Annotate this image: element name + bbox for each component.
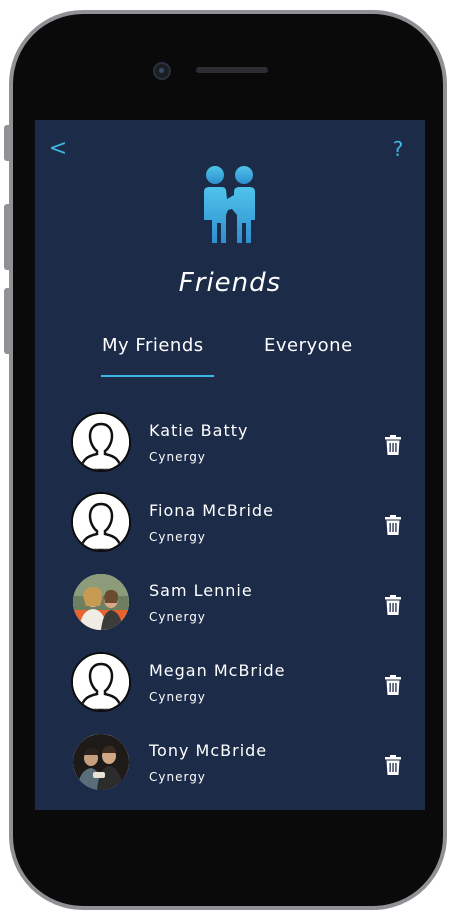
chevron-left-icon: < [48, 136, 68, 161]
friend-row[interactable]: Katie Batty Cynergy [35, 412, 425, 492]
friend-subtitle: Cynergy [149, 610, 206, 624]
tab-bar: My Friends Everyone [35, 335, 425, 377]
earpiece-speaker [196, 67, 268, 73]
help-button[interactable]: ? [385, 136, 411, 162]
friend-name: Tony McBride [149, 741, 268, 760]
trash-icon[interactable] [385, 755, 401, 775]
friend-name: Sam Lennie [149, 581, 253, 600]
avatar-photo [71, 732, 131, 792]
trash-icon[interactable] [385, 675, 401, 695]
page-title: Friends [178, 268, 282, 298]
avatar [71, 412, 131, 472]
profile-photo [73, 574, 129, 630]
volume-down-button [4, 288, 12, 354]
default-avatar-icon [73, 494, 129, 550]
tab-everyone[interactable]: Everyone [264, 335, 353, 356]
friend-row[interactable]: Tony McBride Cynergy [35, 732, 425, 810]
app-screen: < ? Friends My Friends Everyone Katie Ba… [35, 120, 425, 810]
friend-subtitle: Cynergy [149, 530, 206, 544]
trash-icon[interactable] [385, 515, 401, 535]
tab-my-friends[interactable]: My Friends [102, 335, 204, 356]
active-tab-indicator [101, 375, 214, 377]
trash-icon[interactable] [385, 435, 401, 455]
avatar-photo [71, 572, 131, 632]
back-button[interactable]: < [45, 136, 71, 162]
friend-subtitle: Cynergy [149, 450, 206, 464]
profile-photo [73, 734, 129, 790]
trash-icon[interactable] [385, 595, 401, 615]
friend-row[interactable]: Fiona McBride Cynergy [35, 492, 425, 572]
friend-row[interactable]: Sam Lennie Cynergy [35, 572, 425, 652]
friend-name: Katie Batty [149, 421, 249, 440]
friends-icon [204, 166, 255, 243]
mute-switch [4, 125, 12, 161]
front-camera [153, 62, 171, 80]
avatar [71, 652, 131, 712]
default-avatar-icon [73, 654, 129, 710]
friend-subtitle: Cynergy [149, 690, 206, 704]
friend-subtitle: Cynergy [149, 770, 206, 784]
friend-name: Megan McBride [149, 661, 286, 680]
avatar [71, 492, 131, 552]
friend-row[interactable]: Megan McBride Cynergy [35, 652, 425, 732]
help-icon: ? [392, 137, 404, 161]
friend-name: Fiona McBride [149, 501, 274, 520]
default-avatar-icon [73, 414, 129, 470]
volume-up-button [4, 204, 12, 270]
